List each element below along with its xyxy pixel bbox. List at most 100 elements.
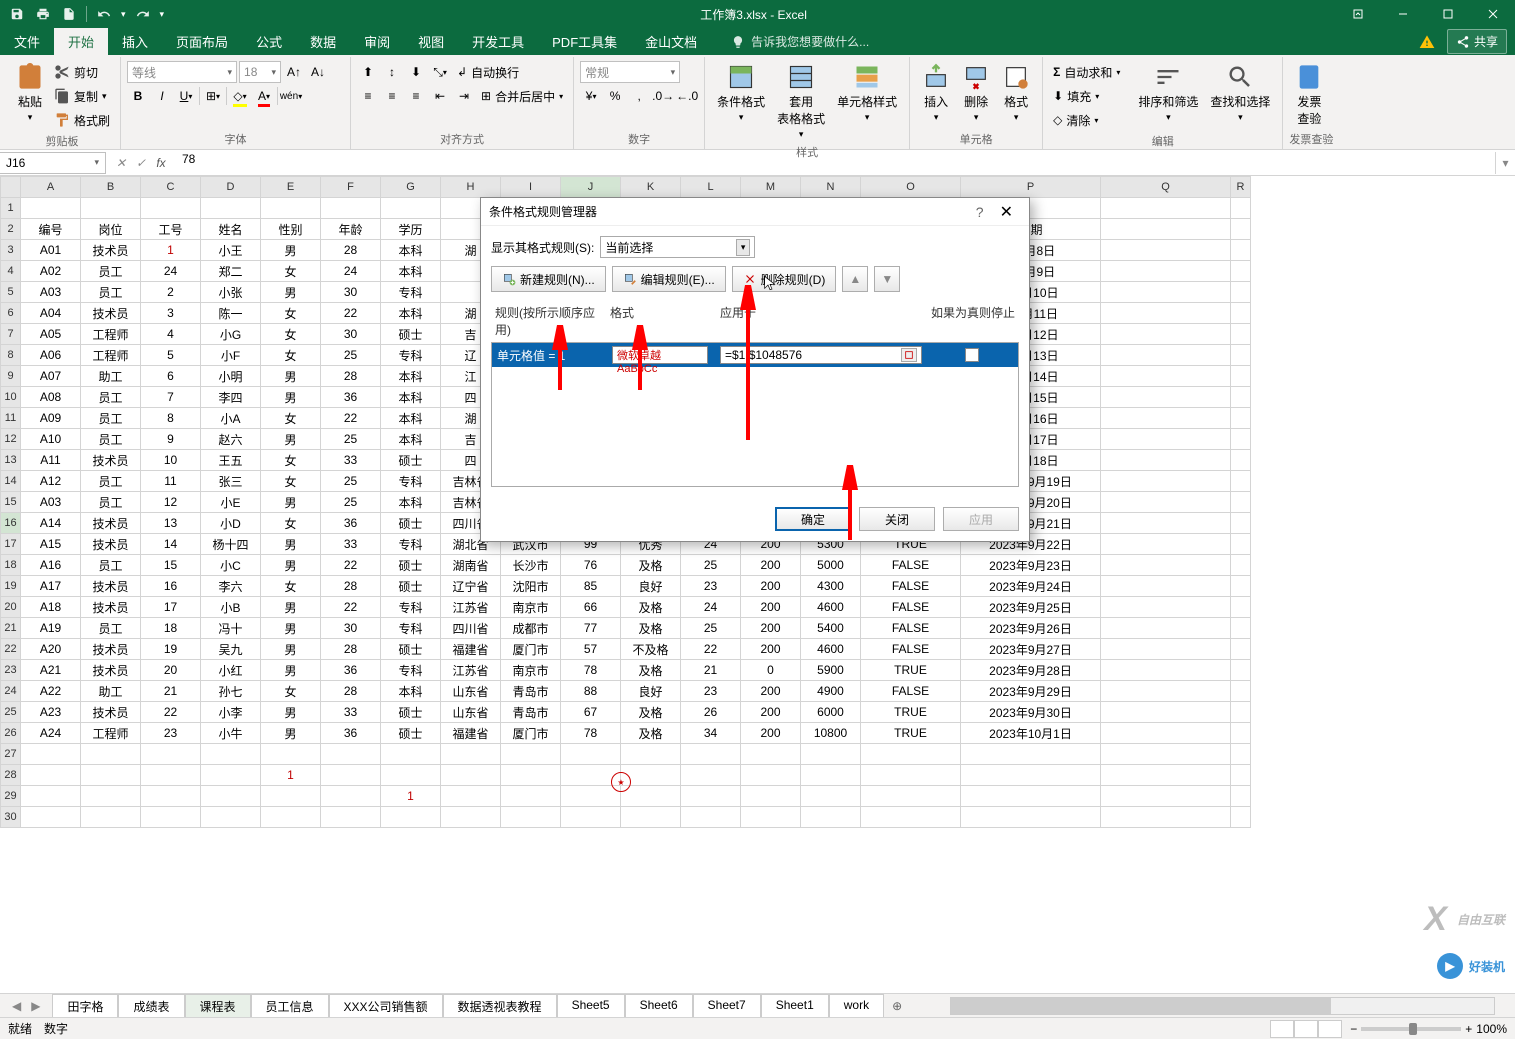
cell[interactable] [561,786,621,807]
cell[interactable]: 小E [201,492,261,513]
cell[interactable] [141,765,201,786]
cell[interactable]: 硕士 [381,324,441,345]
align-left-icon[interactable]: ≡ [357,85,379,107]
cell[interactable]: 男 [261,282,321,303]
cell[interactable]: A20 [21,639,81,660]
cell[interactable]: 男 [261,240,321,261]
row-header[interactable]: 17 [1,534,21,555]
cell[interactable] [801,744,861,765]
cell[interactable]: 吴九 [201,639,261,660]
cell[interactable]: 员工 [81,555,141,576]
cell[interactable] [1231,534,1251,555]
cell[interactable]: 青岛市 [501,681,561,702]
cell[interactable]: FALSE [861,555,961,576]
cell[interactable]: 200 [741,555,801,576]
cell[interactable]: 本科 [381,681,441,702]
cell[interactable]: 21 [681,660,741,681]
cell[interactable]: A03 [21,282,81,303]
cell[interactable]: 辽宁省 [441,576,501,597]
cell[interactable]: 5400 [801,618,861,639]
cell[interactable]: 24 [681,597,741,618]
cell[interactable]: 及格 [621,597,681,618]
row-header[interactable]: 8 [1,345,21,366]
cell[interactable] [441,786,501,807]
tab-insert[interactable]: 插入 [108,28,162,55]
cell[interactable]: 及格 [621,618,681,639]
autosum-button[interactable]: Σ自动求和▾ [1049,61,1124,83]
cell[interactable] [1101,597,1231,618]
cell[interactable] [381,807,441,828]
cell[interactable]: 小B [201,597,261,618]
cell[interactable]: A15 [21,534,81,555]
cell[interactable]: 10 [141,450,201,471]
align-middle-icon[interactable]: ↕ [381,61,403,83]
move-up-button[interactable]: ▲ [842,266,868,292]
sheet-tab[interactable]: 田字格 [52,994,118,1020]
row-header[interactable]: 1 [1,198,21,219]
cell[interactable] [621,786,681,807]
col-header[interactable]: Q [1101,177,1231,198]
sheet-nav[interactable]: ◀▶ [0,997,52,1015]
cell[interactable] [801,786,861,807]
cell[interactable]: A06 [21,345,81,366]
cell[interactable] [1101,345,1231,366]
delete-rule-button[interactable]: 删除规则(D) [732,266,837,292]
row-header[interactable]: 4 [1,261,21,282]
cell[interactable]: A11 [21,450,81,471]
tab-pdf[interactable]: PDF工具集 [538,28,631,55]
sheet-tab[interactable]: Sheet6 [625,994,693,1020]
cell[interactable]: 硕士 [381,513,441,534]
cell[interactable]: 员工 [81,492,141,513]
cell[interactable]: 南京市 [501,660,561,681]
cell[interactable] [681,765,741,786]
cell[interactable]: 技术员 [81,513,141,534]
cell[interactable]: 姓名 [201,219,261,240]
col-header[interactable]: B [81,177,141,198]
share-button[interactable]: 共享 [1447,29,1507,54]
cell[interactable] [1101,555,1231,576]
cell[interactable]: 11 [141,471,201,492]
cell[interactable]: 小张 [201,282,261,303]
cell[interactable] [741,765,801,786]
stop-if-true-checkbox[interactable] [965,348,979,362]
wrap-button[interactable]: ↲自动换行 [453,61,523,83]
cell[interactable]: 7 [141,387,201,408]
cell[interactable]: 2 [141,282,201,303]
formula-expand-icon[interactable]: ▾ [1495,152,1515,174]
cond-format-button[interactable]: 条件格式▾ [711,61,771,125]
cell[interactable]: 33 [321,450,381,471]
cell[interactable]: 22 [141,702,201,723]
indent-inc-icon[interactable]: ⇥ [453,85,475,107]
cell[interactable]: A17 [21,576,81,597]
cell[interactable]: 34 [681,723,741,744]
cell[interactable]: 专科 [381,597,441,618]
cell[interactable]: 技术员 [81,240,141,261]
cell[interactable] [201,807,261,828]
cell[interactable]: 员工 [81,429,141,450]
cell[interactable] [1231,639,1251,660]
cell[interactable] [741,807,801,828]
cell[interactable] [861,765,961,786]
cell[interactable] [201,786,261,807]
cell[interactable]: 5 [141,345,201,366]
row-header[interactable]: 15 [1,492,21,513]
cell[interactable]: 硕士 [381,702,441,723]
cell[interactable]: A21 [21,660,81,681]
cell[interactable]: A10 [21,429,81,450]
cell[interactable]: 28 [321,639,381,660]
cell[interactable]: 男 [261,429,321,450]
cell[interactable]: 28 [321,366,381,387]
cell[interactable] [261,744,321,765]
cell[interactable] [1231,660,1251,681]
cell[interactable]: 张三 [201,471,261,492]
cell[interactable]: 67 [561,702,621,723]
fill-button[interactable]: ⬇填充▾ [1049,85,1124,107]
sheet-tab[interactable]: Sheet7 [693,994,761,1020]
cell[interactable] [21,765,81,786]
cell[interactable] [1101,219,1231,240]
insert-cells-button[interactable]: 插入▾ [916,61,956,125]
sheet-tab[interactable]: 员工信息 [251,994,329,1020]
col-header[interactable]: F [321,177,381,198]
cell[interactable] [1231,471,1251,492]
cell[interactable]: 硕士 [381,555,441,576]
